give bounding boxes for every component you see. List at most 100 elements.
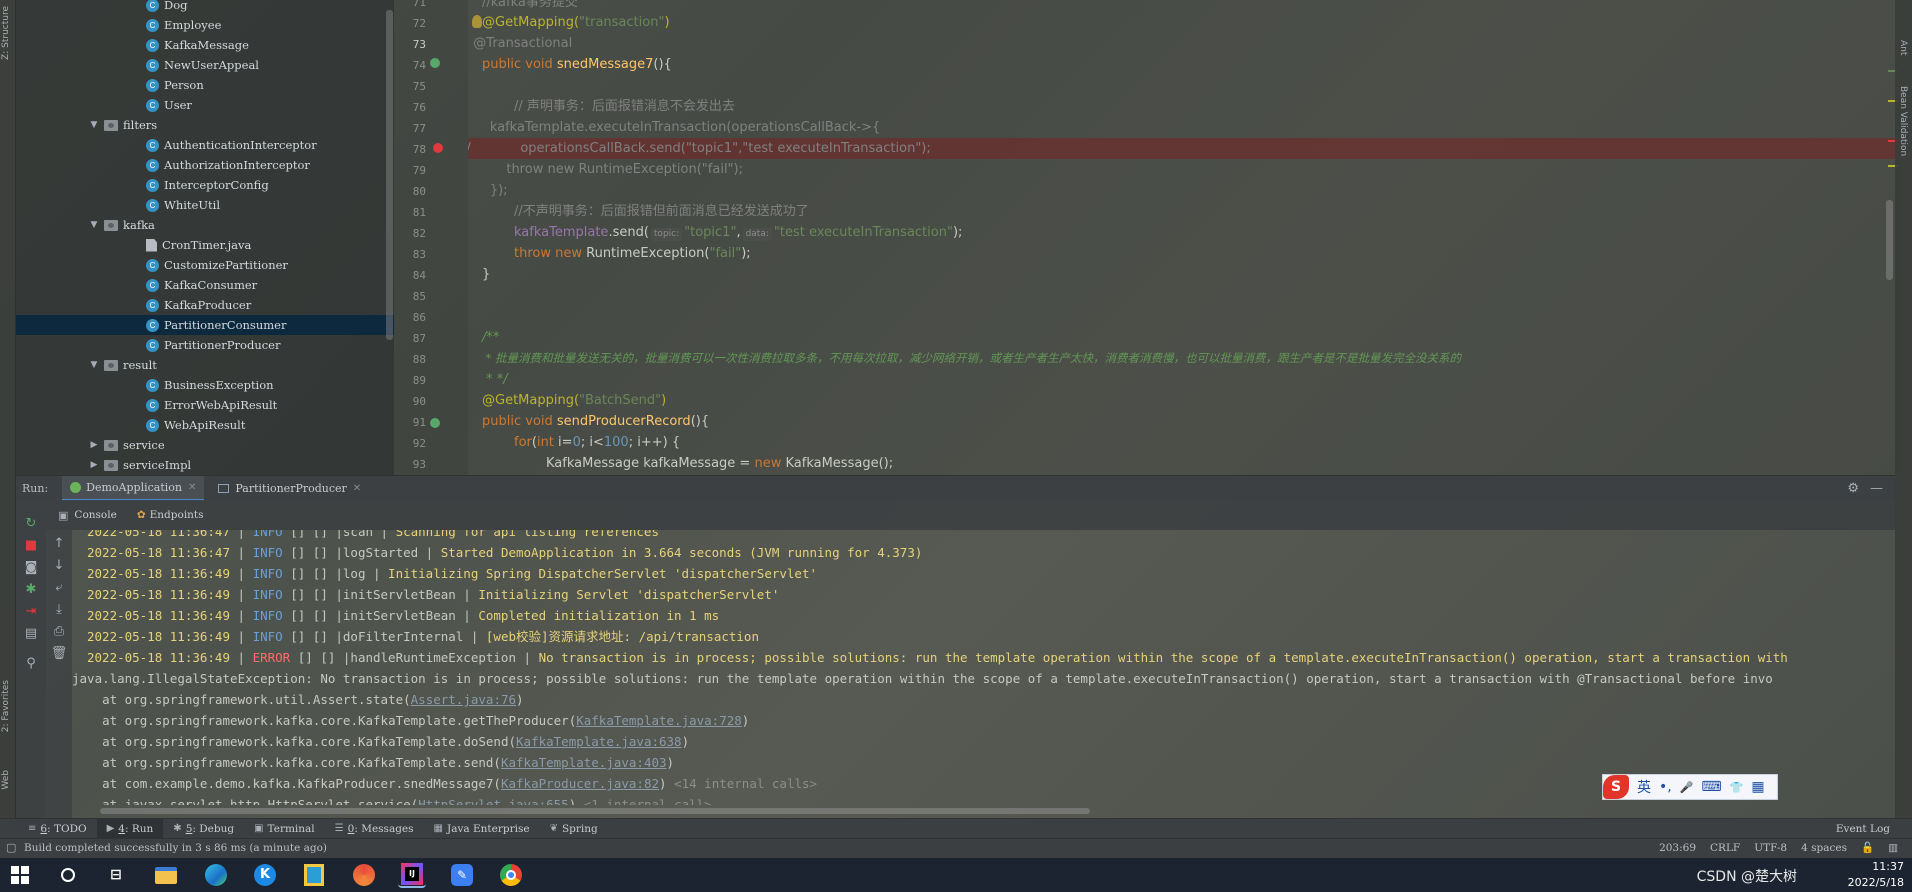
kuaiji-app-icon[interactable]: K xyxy=(251,862,279,888)
tree-item[interactable]: C User xyxy=(146,95,192,115)
line-separator[interactable]: CRLF xyxy=(1710,839,1740,858)
print-icon[interactable]: ⎙ xyxy=(49,624,69,639)
lock-icon[interactable]: 🔓 xyxy=(1861,839,1874,858)
console-tab[interactable]: Console xyxy=(74,509,116,521)
tree-item[interactable]: C WebApiResult xyxy=(146,415,245,435)
mic-icon[interactable]: 🎤 xyxy=(1680,781,1694,794)
camera-icon[interactable]: ◙ xyxy=(21,560,41,575)
tree-item[interactable]: C PartitionerConsumer xyxy=(16,315,394,335)
windows-start-icon[interactable] xyxy=(6,862,34,888)
panel-toggle-icon[interactable]: ▢ xyxy=(6,841,16,854)
stop-icon[interactable]: ■ xyxy=(21,538,41,553)
rerun-icon[interactable]: ↻ xyxy=(21,516,41,531)
tool-tab[interactable]: ▶ 4: Run xyxy=(96,818,164,839)
tool-tab[interactable]: ▣ Terminal xyxy=(244,819,325,839)
chevron-down-icon[interactable]: ▼ xyxy=(88,120,100,130)
intellij-idea-icon[interactable]: IJ xyxy=(398,862,426,888)
tool-tab[interactable]: ☰ 0: Messages xyxy=(325,819,424,839)
tree-item[interactable]: CronTimer.java xyxy=(146,235,251,255)
up-arrow-icon[interactable]: ↑ xyxy=(49,536,69,551)
chevron-down-icon[interactable]: ▼ xyxy=(88,360,100,370)
stack-frame-link[interactable]: KafkaTemplate.java:638 xyxy=(516,734,682,749)
skin-icon[interactable]: 👕 xyxy=(1730,781,1744,794)
chevron-right-icon[interactable]: ▶ xyxy=(88,460,100,470)
cursor-position[interactable]: 203:69 xyxy=(1659,839,1696,858)
favorites-tool-label[interactable]: 2: Favorites xyxy=(1,680,11,732)
run-tab-demo-application[interactable]: DemoApplication ✕ xyxy=(62,475,205,501)
tree-item[interactable]: ▼ kafka xyxy=(88,215,155,235)
tool-tab[interactable]: ❦ Spring xyxy=(540,819,608,839)
console-horizontal-scrollbar[interactable] xyxy=(100,808,1090,814)
tree-item[interactable]: C CustomizePartitioner xyxy=(146,255,288,275)
tree-item[interactable]: ▶ service xyxy=(88,435,165,455)
debug-bug-icon[interactable]: ✱ xyxy=(21,582,41,597)
tree-item[interactable]: C KafkaMessage xyxy=(146,35,249,55)
ant-tool-label[interactable]: Ant xyxy=(1898,40,1908,55)
endpoints-tab[interactable]: Endpoints xyxy=(150,509,204,521)
tree-item[interactable]: C AuthorizationInterceptor xyxy=(146,155,310,175)
breakpoint-icon[interactable] xyxy=(433,143,443,153)
tree-item[interactable]: C Dog xyxy=(146,0,188,15)
tree-scrollbar[interactable] xyxy=(386,10,393,340)
notes-app-icon[interactable] xyxy=(300,862,328,888)
ime-toolbar[interactable]: S 英 •, 🎤 ⌨ 👕 ▦ xyxy=(1602,774,1778,800)
web-tool-label[interactable]: Web xyxy=(1,770,11,790)
run-tab-partitioner-producer[interactable]: PartitionerProducer ✕ xyxy=(210,476,369,501)
tree-item[interactable]: C InterceptorConfig xyxy=(146,175,269,195)
chevron-right-icon[interactable]: ▶ xyxy=(88,440,100,450)
down-arrow-icon[interactable]: ↓ xyxy=(49,558,69,573)
tree-item[interactable]: C WhiteUtil xyxy=(146,195,220,215)
pin-icon[interactable]: ⚲ xyxy=(21,656,41,671)
tree-item[interactable]: ▼ filters xyxy=(88,115,158,135)
edge-browser-icon[interactable] xyxy=(202,862,230,888)
file-encoding[interactable]: UTF-8 xyxy=(1754,839,1787,858)
scroll-to-end-icon[interactable]: ⤓ xyxy=(49,602,69,617)
tool-tab[interactable]: ≡ 6: TODO xyxy=(18,819,97,839)
trash-icon[interactable]: 🗑 xyxy=(49,646,69,661)
tool-tab[interactable]: ✱ 5: Debug xyxy=(163,819,244,839)
pen-app-icon[interactable]: ✎ xyxy=(448,862,476,888)
keyboard-icon[interactable]: ⌨ xyxy=(1701,779,1721,795)
tree-item[interactable]: C AuthenticationInterceptor xyxy=(146,135,317,155)
console-output[interactable]: 2022-05-18 11:36:47 | INFO [] [] |scan |… xyxy=(72,530,1895,805)
run-gutter-icon[interactable] xyxy=(430,58,440,68)
close-icon[interactable]: ✕ xyxy=(188,482,196,493)
tool-tab[interactable]: ▦ Java Enterprise xyxy=(424,819,540,839)
tree-item[interactable]: ▶ serviceImpl xyxy=(88,455,192,475)
structure-tool-label[interactable]: Z: Structure xyxy=(1,6,11,60)
stack-frame-link[interactable]: KafkaTemplate.java:403 xyxy=(501,755,667,770)
tree-item[interactable]: ▼ result xyxy=(88,355,157,375)
stack-frame-link[interactable]: KafkaTemplate.java:728 xyxy=(576,713,742,728)
gear-icon[interactable]: ⚙ xyxy=(1847,481,1859,496)
event-log-tab[interactable]: Event Log xyxy=(1836,819,1890,839)
exit-icon[interactable]: ⇥ xyxy=(21,604,41,619)
chevron-down-icon[interactable]: ▼ xyxy=(88,220,100,230)
indent-setting[interactable]: 4 spaces xyxy=(1801,839,1847,858)
tree-item[interactable]: C PartitionerProducer xyxy=(146,335,280,355)
run-gutter-icon-2[interactable] xyxy=(430,418,440,428)
ime-punctuation[interactable]: •, xyxy=(1659,779,1672,795)
soft-wrap-icon[interactable]: ⤶ xyxy=(49,580,69,595)
memory-icon[interactable]: ▥ xyxy=(1888,839,1898,858)
tree-item[interactable]: C KafkaConsumer xyxy=(146,275,257,295)
tree-item[interactable]: C ErrorWebApiResult xyxy=(146,395,277,415)
bean-validation-tool-label[interactable]: Bean Validation xyxy=(1898,86,1908,156)
tree-item[interactable]: C NewUserAppeal xyxy=(146,55,259,75)
sogou-logo-icon[interactable]: S xyxy=(1603,775,1629,799)
tree-item[interactable]: C Person xyxy=(146,75,204,95)
editor-scrollbar[interactable] xyxy=(1886,200,1893,280)
search-circle-icon[interactable] xyxy=(54,862,82,888)
minimize-icon[interactable]: — xyxy=(1870,481,1883,496)
layout-icon[interactable]: ▤ xyxy=(21,626,41,641)
taskbar-clock[interactable]: 11:37 2022/5/18 xyxy=(1848,859,1904,891)
close-icon[interactable]: ✕ xyxy=(353,483,361,494)
snail-app-icon[interactable] xyxy=(350,862,378,888)
task-view-icon[interactable]: ⊟ xyxy=(102,862,130,888)
stack-frame-link[interactable]: KafkaProducer.java:82 xyxy=(501,776,659,791)
tree-item[interactable]: C KafkaProducer xyxy=(146,295,251,315)
file-explorer-icon[interactable] xyxy=(152,862,180,888)
tree-item[interactable]: C BusinessException xyxy=(146,375,274,395)
stack-frame-link[interactable]: HttpServlet.java:655 xyxy=(418,797,569,805)
tree-item[interactable]: C Employee xyxy=(146,15,221,35)
stack-frame-link[interactable]: Assert.java:76 xyxy=(411,692,516,707)
